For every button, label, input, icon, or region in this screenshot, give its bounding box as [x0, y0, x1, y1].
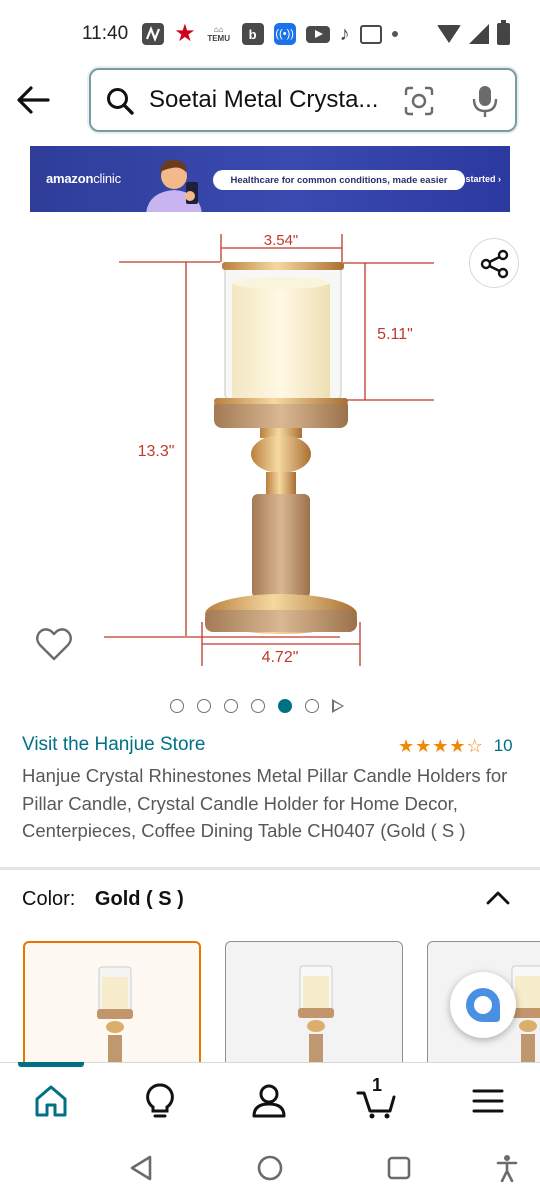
- star-icon: ★: [174, 20, 196, 47]
- product-detail-screen: 11:40 ★ ⌂⌂ TEMU b ((•)) ♪ Soetai Metal C…: [0, 0, 540, 1200]
- wifi-icon: [437, 25, 461, 43]
- search-header: Soetai Metal Crysta...: [0, 66, 540, 136]
- menu-icon: [472, 1089, 504, 1113]
- carousel-dot[interactable]: [251, 699, 265, 713]
- temu-icon: ⌂⌂ TEMU: [207, 25, 230, 43]
- status-bar: 11:40 ★ ⌂⌂ TEMU b ((•)) ♪: [0, 0, 540, 68]
- back-button[interactable]: [14, 83, 52, 117]
- variation-header[interactable]: Color: Gold ( S ): [22, 888, 184, 911]
- n-app-icon: [142, 23, 165, 45]
- youtube-icon: [305, 25, 330, 43]
- ad-brand-logo: amazonclinic: [46, 171, 121, 186]
- dim-width-top-label: 3.54": [264, 232, 299, 249]
- dot-icon: [391, 31, 398, 37]
- status-time: 11:40: [82, 23, 129, 44]
- share-icon: [480, 249, 509, 279]
- nav-home[interactable]: [31, 1081, 71, 1121]
- carousel-dot[interactable]: [224, 699, 238, 713]
- carousel-dot[interactable]: [197, 699, 211, 713]
- home-icon: [35, 1085, 67, 1117]
- rating-stars[interactable]: ★ ★ ★ ★ ☆ 10: [398, 736, 513, 756]
- share-button[interactable]: [469, 238, 519, 288]
- nav-menu[interactable]: [468, 1081, 508, 1121]
- mic-icon[interactable]: [471, 84, 499, 118]
- color-swatch[interactable]: [225, 941, 403, 1081]
- cart-count-badge: 1: [372, 1075, 383, 1095]
- bottom-nav: 1: [0, 1062, 540, 1136]
- dim-width-base-label: 4.72": [262, 649, 299, 666]
- variation-label: Color:: [22, 888, 76, 910]
- system-nav-bar: [0, 1136, 540, 1200]
- dim-height-total-label: 13.3": [138, 443, 175, 460]
- inspire-bulb-icon: [146, 1083, 174, 1118]
- ad-headline: Healthcare for common conditions, made e…: [213, 170, 465, 190]
- camera-lens-icon[interactable]: [403, 85, 435, 117]
- search-input[interactable]: Soetai Metal Crysta...: [89, 68, 517, 132]
- video-play-icon[interactable]: [332, 699, 344, 713]
- search-query-text: Soetai Metal Crysta...: [149, 86, 379, 113]
- accessibility-icon[interactable]: [496, 1154, 518, 1182]
- back-arrow-icon: [17, 86, 50, 114]
- news-icon: [359, 24, 382, 44]
- wishlist-button[interactable]: [35, 626, 73, 662]
- account-icon: [252, 1084, 286, 1118]
- chat-bubble-icon: [465, 988, 500, 1022]
- broadcast-icon: ((•)): [273, 23, 296, 45]
- variation-selected-value: Gold ( S ): [94, 888, 184, 910]
- signal-icon: [469, 24, 489, 44]
- b-app-icon: b: [241, 23, 264, 45]
- star-full-icon: ★: [415, 736, 432, 756]
- system-back-icon[interactable]: [128, 1154, 154, 1182]
- battery-icon: [497, 20, 510, 45]
- rating-count[interactable]: 10: [494, 736, 513, 756]
- color-swatch-selected[interactable]: [23, 941, 201, 1081]
- product-main-image[interactable]: 3.54" 5.11" 13.3" 4.72": [100, 226, 440, 670]
- nav-inspire[interactable]: [140, 1081, 180, 1121]
- product-title: Hanjue Crystal Rhinestones Metal Pillar …: [22, 765, 508, 841]
- carousel-dot[interactable]: [305, 699, 319, 713]
- system-status-icons: [437, 20, 510, 45]
- image-carousel-dots: [170, 696, 344, 716]
- system-home-icon[interactable]: [256, 1154, 284, 1182]
- nav-cart[interactable]: 1: [356, 1075, 396, 1121]
- star-full-icon: ★: [432, 736, 449, 756]
- system-recents-icon[interactable]: [386, 1155, 412, 1181]
- search-icon: [107, 88, 134, 115]
- store-link[interactable]: Visit the Hanjue Store: [22, 734, 205, 756]
- chevron-up-icon[interactable]: [484, 886, 512, 908]
- tiktok-icon: ♪: [339, 22, 350, 45]
- nav-account[interactable]: [249, 1081, 289, 1121]
- section-divider: [0, 867, 540, 870]
- heart-icon: [36, 628, 72, 661]
- carousel-dot-active[interactable]: [278, 699, 292, 713]
- ad-cta-link[interactable]: Get started ›: [448, 174, 501, 184]
- notification-icons: ★ ⌂⌂ TEMU b ((•)) ♪: [142, 22, 398, 46]
- ad-banner[interactable]: amazonclinic Healthcare for common condi…: [30, 146, 510, 212]
- carousel-dot[interactable]: [170, 699, 184, 713]
- star-empty-icon: ☆: [466, 736, 483, 756]
- star-full-icon: ★: [449, 736, 466, 756]
- nav-active-indicator: [18, 1062, 84, 1067]
- dim-height-glass-label: 5.11": [377, 326, 413, 343]
- star-full-icon: ★: [398, 736, 415, 756]
- rufus-chat-button[interactable]: [450, 972, 516, 1038]
